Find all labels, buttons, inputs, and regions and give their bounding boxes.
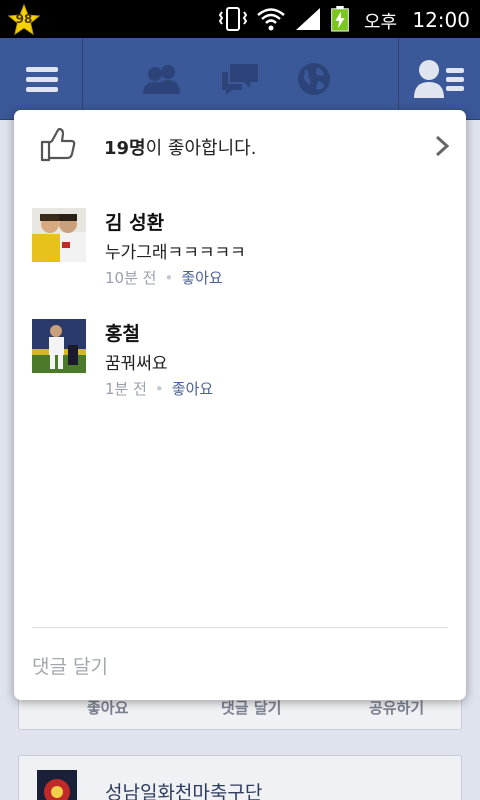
likes-count-text: 19명이 좋아합니다. [104,134,256,160]
wifi-icon [257,8,285,31]
messages-icon[interactable] [220,62,260,96]
comment-like-link[interactable]: 좋아요 [172,380,213,398]
friends-list-icon[interactable] [412,58,468,100]
signal-icon [296,8,320,30]
likes-summary-row[interactable]: 19명이 좋아합니다. [14,110,466,186]
menu-icon[interactable] [24,64,60,94]
page-name[interactable]: 성남일화천마축구단 [105,778,262,800]
comment-item: 김 성환 누가그래ㅋㅋㅋㅋㅋ 10분 전 • 좋아요 [14,208,466,304]
status-time: 12:00 [412,8,470,32]
meta-separator: • [164,269,174,287]
avatar[interactable] [32,319,86,373]
feed-story-card[interactable]: 성남일화천마축구단 [18,755,462,800]
comment-text: 누가그래ㅋㅋㅋㅋㅋ [105,243,246,263]
comment-author[interactable]: 홍철 [105,319,140,346]
write-comment-input[interactable]: 댓글 달기 [32,652,108,679]
notification-badge-count: 98 [15,12,33,26]
bg-comment-action[interactable]: 댓글 달기 [221,697,281,718]
battery-charging-icon [331,6,349,32]
comment-like-link[interactable]: 좋아요 [181,269,222,287]
friend-requests-icon[interactable] [142,62,182,96]
topbar-divider [398,38,399,120]
comment-meta: 1분 전 • 좋아요 [105,378,213,399]
like-thumb-icon [40,128,76,162]
comment-time: 1분 전 [105,380,147,398]
likes-comments-dialog: 19명이 좋아합니다. 김 성환 누가그래ㅋㅋㅋㅋㅋ 10분 전 • 좋아요 홍… [14,110,466,700]
write-comment-divider [32,627,448,628]
notifications-globe-icon[interactable] [296,61,332,97]
bg-share-action[interactable]: 공유하기 [369,697,424,718]
page-avatar [37,770,77,800]
likes-suffix: 이 좋아합니다. [145,138,257,159]
topbar-divider [82,38,83,120]
meta-separator: • [154,380,164,398]
comment-text: 꿈꿔써요 [105,354,168,374]
avatar[interactable] [32,208,86,262]
comment-author[interactable]: 김 성환 [105,208,164,235]
status-bar: 98 오후 12:00 [0,0,480,38]
bg-like-action[interactable]: 좋아요 [87,697,128,718]
comment-meta: 10분 전 • 좋아요 [105,267,223,288]
status-ampm: 오후 [364,12,398,33]
likes-count: 19명 [104,138,146,159]
vibrate-icon [218,7,248,31]
comment-time: 10분 전 [105,269,157,287]
comment-item: 홍철 꿈꿔써요 1분 전 • 좋아요 [14,319,466,415]
facebook-top-bar [0,38,480,120]
chevron-right-icon[interactable] [434,134,450,158]
